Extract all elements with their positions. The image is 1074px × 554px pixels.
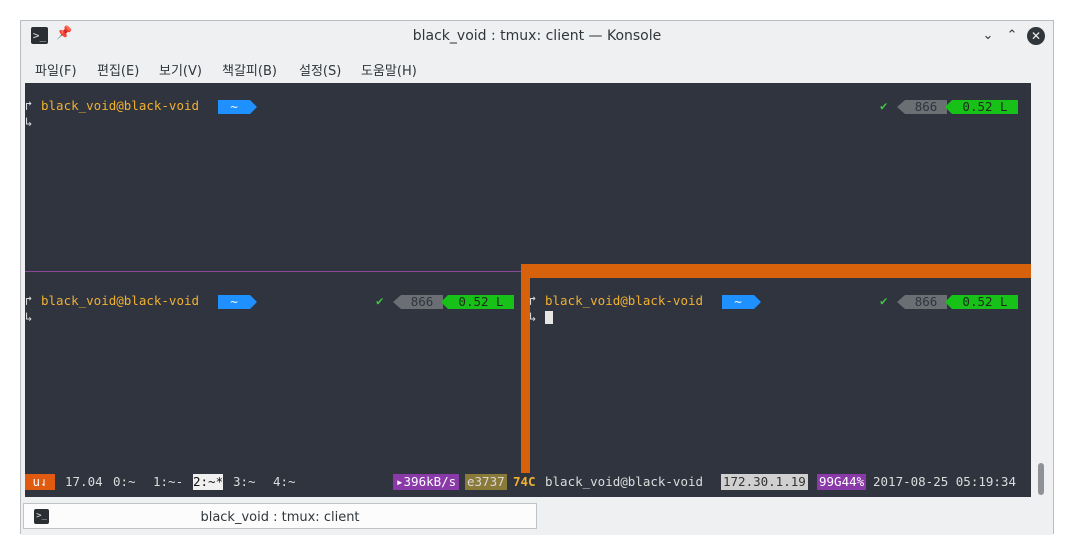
window-tab-0[interactable]: 0:~ xyxy=(113,474,136,490)
date-time: 2017-08-25 05:19:34 xyxy=(873,474,1016,489)
status-user-host: black_void@black-void xyxy=(545,474,704,489)
menu-bookmarks[interactable]: 책갈피(B) xyxy=(222,60,277,79)
prompt-arrow-top: ↱ xyxy=(25,98,33,113)
load-average: 0.52 L xyxy=(945,295,1018,309)
scrollbar[interactable] xyxy=(1031,83,1051,497)
pane-divider xyxy=(25,271,521,272)
ip-address: 172.30.1.19 xyxy=(721,474,808,490)
window-tab-2-active[interactable]: 2:~* xyxy=(193,474,224,490)
load-average: 0.52 L xyxy=(945,100,1018,114)
konsole-window: >_ 📌 black_void : tmux: client — Konsole… xyxy=(20,20,1054,535)
prompt-user-host: black_void@black-void xyxy=(545,293,704,308)
menu-help[interactable]: 도움말(H) xyxy=(361,60,417,79)
check-icon: ✔ xyxy=(880,98,888,113)
cpu-temperature: 74C xyxy=(513,474,536,489)
prompt-arrow-top: ↱ xyxy=(529,293,537,308)
menu-file[interactable]: 파일(F) xyxy=(35,60,77,79)
network-speed: ▸396kB/s xyxy=(393,474,460,490)
prompt-dir: ~ xyxy=(722,295,761,309)
terminal-cursor xyxy=(545,311,553,324)
prompt-user-host: black_void@black-void xyxy=(41,293,200,308)
minimize-icon[interactable]: ⌄ xyxy=(979,27,997,45)
history-count: 866 xyxy=(897,295,947,309)
scrollbar-thumb[interactable] xyxy=(1038,463,1044,495)
title-bar[interactable]: >_ 📌 black_void : tmux: client — Konsole… xyxy=(21,21,1053,51)
tab-bar: >_ black_void : tmux: client xyxy=(21,501,1053,535)
prompt-arrow-bottom: ↳ xyxy=(25,309,33,324)
prompt-dir: ~ xyxy=(218,100,257,114)
session-tab[interactable]: >_ black_void : tmux: client xyxy=(23,503,537,529)
history-count: 866 xyxy=(393,295,443,309)
history-count: 866 xyxy=(897,100,947,114)
prompt-dir: ~ xyxy=(218,295,257,309)
check-icon: ✔ xyxy=(880,293,888,308)
prompt-arrow-top: ↱ xyxy=(25,293,33,308)
window-tab-1[interactable]: 1:~- xyxy=(153,474,183,490)
tab-label: black_void : tmux: client xyxy=(200,510,360,525)
menu-settings[interactable]: 설정(S) xyxy=(299,60,341,79)
tmux-status-bar: u⇃ 17.04 0:~ 1:~- 2:~* 3:~ 4:~ ▸396kB/s … xyxy=(25,473,1031,491)
window-tab-3[interactable]: 3:~ xyxy=(233,474,256,490)
terminal-area[interactable]: ↱ black_void@black-void ~ ↳ ✔ 866 0.52 L… xyxy=(25,83,1031,497)
maximize-icon[interactable]: ⌃ xyxy=(1003,27,1021,45)
prompt-arrow-bottom: ↳ xyxy=(25,114,33,129)
status-id: e3737 xyxy=(465,474,507,490)
close-icon[interactable]: ✕ xyxy=(1027,27,1045,45)
os-version: 17.04 xyxy=(65,474,103,489)
prompt-arrow-bottom: ↳ xyxy=(529,309,537,324)
prompt-user-host: black_void@black-void xyxy=(41,98,200,113)
menu-view[interactable]: 보기(V) xyxy=(159,60,202,79)
window-tab-4[interactable]: 4:~ xyxy=(273,474,296,490)
host-badge: u⇃ xyxy=(25,474,55,490)
check-icon: ✔ xyxy=(376,293,384,308)
load-average: 0.52 L xyxy=(441,295,514,309)
menu-edit[interactable]: 편집(E) xyxy=(97,60,139,79)
memory-usage: 99G44% xyxy=(817,474,867,490)
menu-bar: 파일(F) 편집(E) 보기(V) 책갈피(B) 설정(S) 도움말(H) xyxy=(21,51,1053,83)
window-title: black_void : tmux: client — Konsole xyxy=(412,28,662,44)
active-pane-border xyxy=(521,264,1031,278)
